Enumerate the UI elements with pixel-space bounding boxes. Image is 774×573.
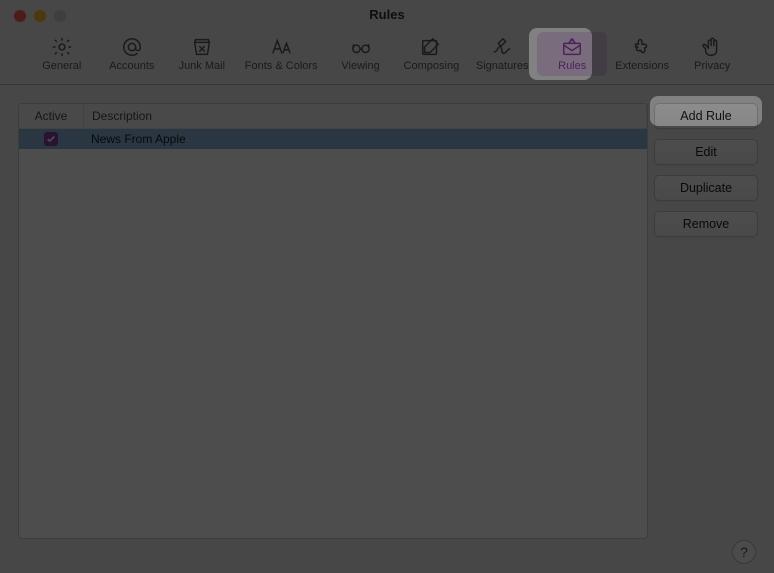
compose-icon [417, 36, 445, 58]
cell-active [19, 132, 83, 146]
gear-icon [48, 36, 76, 58]
signature-icon [488, 36, 516, 58]
toolbar-tab-label: Junk Mail [179, 60, 225, 72]
trash-icon [188, 36, 216, 58]
preferences-toolbar: General Accounts Junk Mail Fonts & Color… [0, 28, 774, 85]
rules-icon [558, 36, 586, 58]
toolbar-tab-extensions[interactable]: Extensions [607, 32, 677, 76]
minimize-window-button[interactable] [34, 10, 46, 22]
help-button[interactable]: ? [732, 540, 756, 564]
zoom-window-button[interactable] [54, 10, 66, 22]
add-rule-button[interactable]: Add Rule [654, 103, 758, 129]
glasses-icon [347, 36, 375, 58]
duplicate-rule-button[interactable]: Duplicate [654, 175, 758, 201]
toolbar-tab-composing[interactable]: Composing [396, 32, 468, 76]
toolbar-tab-viewing[interactable]: Viewing [326, 32, 396, 76]
edit-rule-button[interactable]: Edit [654, 139, 758, 165]
preferences-window: Rules General Accounts Junk Mail Fonts &… [0, 0, 774, 573]
active-checkbox[interactable] [44, 132, 58, 146]
toolbar-tab-label: General [42, 60, 81, 72]
window-title: Rules [0, 0, 774, 28]
table-row[interactable]: News From Apple [19, 129, 647, 149]
toolbar-tab-label: Composing [404, 60, 460, 72]
window-controls [14, 10, 66, 22]
remove-rule-button[interactable]: Remove [654, 211, 758, 237]
toolbar-tab-label: Extensions [615, 60, 669, 72]
fonts-icon [267, 36, 295, 58]
toolbar-tab-general[interactable]: General [27, 32, 97, 76]
at-icon [118, 36, 146, 58]
rules-pane: Active Description News From Apple Add R… [0, 85, 774, 573]
toolbar-tab-rules[interactable]: Rules [537, 32, 607, 76]
toolbar-tab-label: Privacy [694, 60, 730, 72]
table-header: Active Description [19, 104, 647, 129]
puzzle-icon [628, 36, 656, 58]
toolbar-tab-accounts[interactable]: Accounts [97, 32, 167, 76]
rules-actions: Add Rule Edit Duplicate Remove [654, 103, 758, 237]
toolbar-tab-label: Rules [558, 60, 586, 72]
toolbar-tab-label: Fonts & Colors [245, 60, 318, 72]
toolbar-tab-junkmail[interactable]: Junk Mail [167, 32, 237, 76]
hand-icon [698, 36, 726, 58]
toolbar-tab-privacy[interactable]: Privacy [677, 32, 747, 76]
toolbar-tab-fontscolors[interactable]: Fonts & Colors [237, 32, 326, 76]
column-header-active[interactable]: Active [19, 104, 84, 128]
toolbar-tab-label: Viewing [341, 60, 379, 72]
close-window-button[interactable] [14, 10, 26, 22]
toolbar-tab-signatures[interactable]: Signatures [467, 32, 537, 76]
toolbar-tab-label: Signatures [476, 60, 529, 72]
rules-table[interactable]: Active Description News From Apple [18, 103, 648, 539]
cell-description: News From Apple [83, 132, 194, 146]
toolbar-tab-label: Accounts [109, 60, 154, 72]
column-header-description[interactable]: Description [84, 104, 647, 128]
